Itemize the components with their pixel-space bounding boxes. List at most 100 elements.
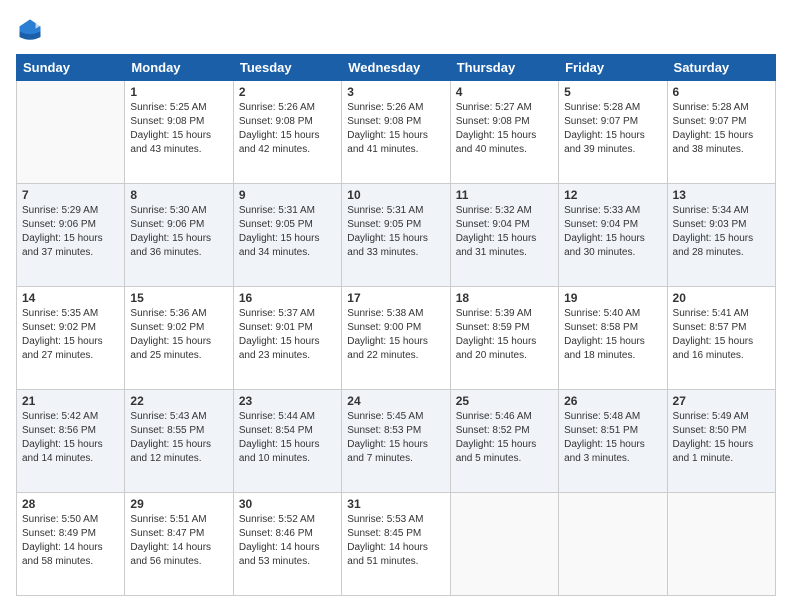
calendar-cell: 24 Sunrise: 5:45 AMSunset: 8:53 PMDayligh… [342, 390, 450, 493]
day-number: 16 [239, 291, 336, 305]
cell-text: Sunrise: 5:28 AMSunset: 9:07 PMDaylight:… [673, 101, 770, 157]
calendar-week-row: 21Sunrise: 5:42 AMSunset: 8:56 PMDayligh… [17, 390, 776, 493]
day-number: 1 [130, 85, 227, 99]
calendar-cell: 15 Sunrise: 5:36 AMSunset: 9:02 PMDayligh… [125, 287, 233, 390]
calendar-cell: 17 Sunrise: 5:38 AMSunset: 9:00 PMDayligh… [342, 287, 450, 390]
day-number: 19 [564, 291, 661, 305]
column-header-wednesday: Wednesday [342, 55, 450, 81]
day-number: 29 [130, 497, 227, 511]
cell-text: Sunrise: 5:53 AMSunset: 8:45 PMDaylight:… [347, 513, 444, 569]
cell-text: Sunrise: 5:50 AMSunset: 8:49 PMDaylight:… [22, 513, 119, 569]
calendar-cell: 31Sunrise: 5:53 AMSunset: 8:45 PMDayligh… [342, 493, 450, 596]
cell-text: Sunrise: 5:26 AMSunset: 9:08 PMDaylight:… [347, 101, 444, 157]
column-header-monday: Monday [125, 55, 233, 81]
calendar-cell: 27Sunrise: 5:49 AMSunset: 8:50 PMDayligh… [667, 390, 775, 493]
cell-text: Sunrise: 5:40 AMSunset: 8:58 PMDaylight:… [564, 307, 661, 363]
day-number: 8 [130, 188, 227, 202]
cell-text: Sunrise: 5:37 AMSunset: 9:01 PMDaylight:… [239, 307, 336, 363]
calendar-cell: 23 Sunrise: 5:44 AMSunset: 8:54 PMDayligh… [233, 390, 341, 493]
cell-text: Sunrise: 5:48 AMSunset: 8:51 PMDaylight:… [564, 410, 661, 466]
day-number: 11 [456, 188, 553, 202]
cell-text: Sunrise: 5:35 AMSunset: 9:02 PMDaylight:… [22, 307, 119, 363]
calendar-cell: 11 Sunrise: 5:32 AMSunset: 9:04 PMDayligh… [450, 184, 558, 287]
calendar-cell: 26 Sunrise: 5:48 AMSunset: 8:51 PMDayligh… [559, 390, 667, 493]
calendar-cell: 12 Sunrise: 5:33 AMSunset: 9:04 PMDayligh… [559, 184, 667, 287]
cell-text: Sunrise: 5:43 AMSunset: 8:55 PMDaylight:… [130, 410, 227, 466]
calendar-cell: 16 Sunrise: 5:37 AMSunset: 9:01 PMDayligh… [233, 287, 341, 390]
day-number: 23 [239, 394, 336, 408]
calendar-cell [559, 493, 667, 596]
day-number: 26 [564, 394, 661, 408]
cell-text: Sunrise: 5:27 AMSunset: 9:08 PMDaylight:… [456, 101, 553, 157]
day-number: 20 [673, 291, 770, 305]
calendar-week-row: 28 Sunrise: 5:50 AMSunset: 8:49 PMDayligh… [17, 493, 776, 596]
cell-text: Sunrise: 5:31 AMSunset: 9:05 PMDaylight:… [239, 204, 336, 260]
cell-text: Sunrise: 5:28 AMSunset: 9:07 PMDaylight:… [564, 101, 661, 157]
calendar-cell: 13 Sunrise: 5:34 AMSunset: 9:03 PMDayligh… [667, 184, 775, 287]
cell-text: Sunrise: 5:46 AMSunset: 8:52 PMDaylight:… [456, 410, 553, 466]
cell-text: Sunrise: 5:36 AMSunset: 9:02 PMDaylight:… [130, 307, 227, 363]
calendar-cell: 2 Sunrise: 5:26 AMSunset: 9:08 PMDaylight… [233, 81, 341, 184]
calendar-cell: 19 Sunrise: 5:40 AMSunset: 8:58 PMDayligh… [559, 287, 667, 390]
calendar-cell: 20 Sunrise: 5:41 AMSunset: 8:57 PMDayligh… [667, 287, 775, 390]
calendar-cell: 6 Sunrise: 5:28 AMSunset: 9:07 PMDaylight… [667, 81, 775, 184]
calendar-cell: 21Sunrise: 5:42 AMSunset: 8:56 PMDayligh… [17, 390, 125, 493]
cell-text: Sunrise: 5:34 AMSunset: 9:03 PMDaylight:… [673, 204, 770, 260]
day-number: 30 [239, 497, 336, 511]
calendar-cell: 18Sunrise: 5:39 AMSunset: 8:59 PMDayligh… [450, 287, 558, 390]
day-number: 13 [673, 188, 770, 202]
column-header-saturday: Saturday [667, 55, 775, 81]
calendar-cell: 4 Sunrise: 5:27 AMSunset: 9:08 PMDaylight… [450, 81, 558, 184]
day-number: 17 [347, 291, 444, 305]
day-number: 12 [564, 188, 661, 202]
day-number: 14 [22, 291, 119, 305]
calendar-cell: 28 Sunrise: 5:50 AMSunset: 8:49 PMDayligh… [17, 493, 125, 596]
column-header-tuesday: Tuesday [233, 55, 341, 81]
calendar-cell: 14 Sunrise: 5:35 AMSunset: 9:02 PMDayligh… [17, 287, 125, 390]
cell-text: Sunrise: 5:33 AMSunset: 9:04 PMDaylight:… [564, 204, 661, 260]
column-header-friday: Friday [559, 55, 667, 81]
day-number: 4 [456, 85, 553, 99]
day-number: 28 [22, 497, 119, 511]
calendar-cell: 29 Sunrise: 5:51 AMSunset: 8:47 PMDayligh… [125, 493, 233, 596]
day-number: 25 [456, 394, 553, 408]
calendar-cell: 7Sunrise: 5:29 AMSunset: 9:06 PMDaylight… [17, 184, 125, 287]
day-number: 7 [22, 188, 119, 202]
day-number: 2 [239, 85, 336, 99]
cell-text: Sunrise: 5:41 AMSunset: 8:57 PMDaylight:… [673, 307, 770, 363]
day-number: 18 [456, 291, 553, 305]
calendar-cell: 22 Sunrise: 5:43 AMSunset: 8:55 PMDayligh… [125, 390, 233, 493]
day-number: 10 [347, 188, 444, 202]
cell-text: Sunrise: 5:51 AMSunset: 8:47 PMDaylight:… [130, 513, 227, 569]
cell-text: Sunrise: 5:44 AMSunset: 8:54 PMDaylight:… [239, 410, 336, 466]
calendar-week-row: 7Sunrise: 5:29 AMSunset: 9:06 PMDaylight… [17, 184, 776, 287]
calendar-cell: 1Sunrise: 5:25 AMSunset: 9:08 PMDaylight… [125, 81, 233, 184]
calendar-week-row: 1Sunrise: 5:25 AMSunset: 9:08 PMDaylight… [17, 81, 776, 184]
cell-text: Sunrise: 5:32 AMSunset: 9:04 PMDaylight:… [456, 204, 553, 260]
day-number: 22 [130, 394, 227, 408]
calendar-cell: 8Sunrise: 5:30 AMSunset: 9:06 PMDaylight… [125, 184, 233, 287]
logo [16, 16, 46, 44]
day-number: 21 [22, 394, 119, 408]
calendar-cell [17, 81, 125, 184]
calendar-cell: 25 Sunrise: 5:46 AMSunset: 8:52 PMDayligh… [450, 390, 558, 493]
cell-text: Sunrise: 5:26 AMSunset: 9:08 PMDaylight:… [239, 101, 336, 157]
day-number: 9 [239, 188, 336, 202]
day-number: 6 [673, 85, 770, 99]
calendar-cell [667, 493, 775, 596]
page: SundayMondayTuesdayWednesdayThursdayFrid… [0, 0, 792, 612]
calendar-cell: 9 Sunrise: 5:31 AMSunset: 9:05 PMDaylight… [233, 184, 341, 287]
column-header-thursday: Thursday [450, 55, 558, 81]
day-number: 5 [564, 85, 661, 99]
calendar-table: SundayMondayTuesdayWednesdayThursdayFrid… [16, 54, 776, 596]
cell-text: Sunrise: 5:52 AMSunset: 8:46 PMDaylight:… [239, 513, 336, 569]
day-number: 3 [347, 85, 444, 99]
day-number: 27 [673, 394, 770, 408]
calendar-week-row: 14 Sunrise: 5:35 AMSunset: 9:02 PMDayligh… [17, 287, 776, 390]
cell-text: Sunrise: 5:45 AMSunset: 8:53 PMDaylight:… [347, 410, 444, 466]
day-number: 15 [130, 291, 227, 305]
cell-text: Sunrise: 5:38 AMSunset: 9:00 PMDaylight:… [347, 307, 444, 363]
calendar-cell [450, 493, 558, 596]
day-number: 24 [347, 394, 444, 408]
calendar-cell: 5 Sunrise: 5:28 AMSunset: 9:07 PMDaylight… [559, 81, 667, 184]
